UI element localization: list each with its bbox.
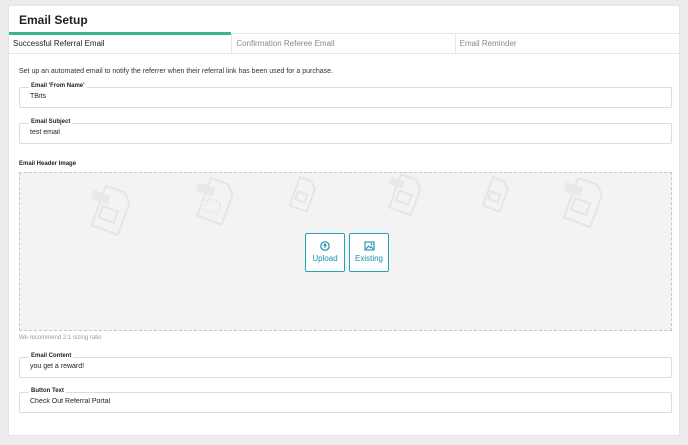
tab-email-reminder[interactable]: Email Reminder (456, 34, 679, 53)
subject-input[interactable] (30, 129, 630, 136)
tab-bar: Successful Referral Email Confirmation R… (9, 32, 679, 54)
content-label: Email Content (29, 353, 74, 359)
png-file-icon (195, 177, 234, 226)
upload-button[interactable]: Upload (305, 233, 345, 272)
from-name-field[interactable]: Email 'From Name' (19, 83, 672, 108)
upload-icon (320, 241, 330, 251)
gif-large-file-icon (562, 176, 603, 229)
tab-confirmation-referee-email[interactable]: Confirmation Referee Email (232, 34, 456, 53)
existing-label: Existing (354, 254, 383, 263)
gif-file-icon (288, 175, 316, 213)
content-input[interactable] (30, 363, 630, 370)
jpg-file-icon (90, 184, 131, 237)
from-name-label: Email 'From Name' (29, 83, 87, 89)
file-image-icon-small (481, 175, 509, 213)
sizing-hint: We recommend 2:1 sizing ratio (19, 335, 102, 341)
upload-label: Upload (312, 254, 338, 263)
button-text-label: Button Text (29, 388, 66, 394)
subject-label: Email Subject (29, 119, 73, 125)
subject-field[interactable]: Email Subject (19, 119, 672, 144)
description-text: Set up an automated email to notify the … (19, 68, 334, 75)
file-image-icon (387, 173, 422, 217)
tab-successful-referral-email[interactable]: Successful Referral Email (9, 32, 233, 53)
email-setup-card: Email Setup Successful Referral Email Co… (8, 5, 680, 436)
content-field[interactable]: Email Content (19, 353, 672, 378)
from-name-input[interactable] (30, 93, 630, 100)
header-image-dropzone[interactable]: Upload Existing (19, 172, 672, 331)
header-image-label: Email Header Image (19, 161, 77, 167)
button-text-field[interactable]: Button Text (19, 388, 672, 413)
page-title: Email Setup (19, 13, 88, 27)
button-text-input[interactable] (30, 398, 630, 405)
image-icon (363, 241, 375, 251)
existing-button[interactable]: Existing (349, 233, 389, 272)
